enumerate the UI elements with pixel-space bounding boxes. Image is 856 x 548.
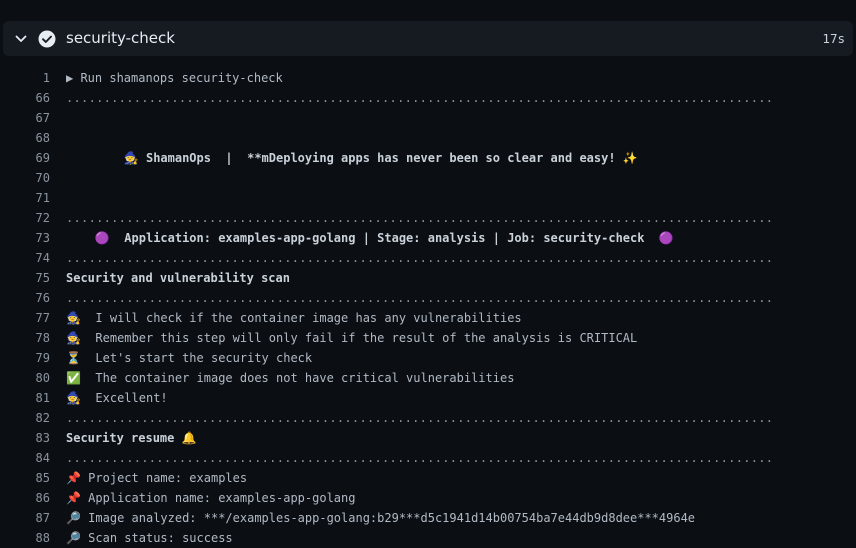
log-line: 74......................................…	[0, 248, 856, 268]
log-output: 1 ▶ Run shamanops security-check 66.......…	[0, 68, 856, 548]
line-number[interactable]: 68	[0, 128, 50, 148]
log-line[interactable]: 1 ▶ Run shamanops security-check	[0, 68, 856, 88]
log-text: 🧙 Excellent!	[66, 391, 168, 405]
chevron-down-icon[interactable]	[13, 31, 29, 47]
check-circle-icon	[38, 30, 56, 48]
log-line: 88 🔎 Scan status: success	[0, 528, 856, 548]
log-line: 68	[0, 128, 856, 148]
line-number[interactable]: 72	[0, 208, 50, 228]
log-line: 80 ✅ The container image does not have cr…	[0, 368, 856, 388]
log-line: 73 🟣 Application: examples-app-golang | …	[0, 228, 856, 248]
log-text: ✅ The container image does not have crit…	[66, 371, 515, 385]
log-line: 82......................................…	[0, 408, 856, 428]
line-number[interactable]: 69	[0, 148, 50, 168]
job-header[interactable]: security-check 17s	[3, 21, 853, 56]
line-number[interactable]: 66	[0, 88, 50, 108]
line-number[interactable]: 81	[0, 388, 50, 408]
log-text: 🧙 I will check if the container image ha…	[66, 311, 522, 325]
log-line: 79 ⏳ Let's start the security check	[0, 348, 856, 368]
log-line: 67	[0, 108, 856, 128]
log-line: 84......................................…	[0, 448, 856, 468]
line-number[interactable]: 85	[0, 468, 50, 488]
line-number[interactable]: 86	[0, 488, 50, 508]
line-number[interactable]: 73	[0, 228, 50, 248]
log-line: 71	[0, 188, 856, 208]
log-line: 81 🧙 Excellent!	[0, 388, 856, 408]
log-text: 🟣 Application: examples-app-golang | Sta…	[66, 231, 674, 245]
log-line: 78 🧙 Remember this step will only fail if…	[0, 328, 856, 348]
log-text: ........................................…	[66, 251, 774, 265]
log-line: 85 📌 Project name: examples	[0, 468, 856, 488]
line-number[interactable]: 76	[0, 288, 50, 308]
line-number[interactable]: 71	[0, 188, 50, 208]
log-line: 70	[0, 168, 856, 188]
log-text: 📌 Application name: examples-app-golang	[66, 491, 356, 505]
log-text: Security resume 🔔	[66, 431, 197, 445]
log-text: ........................................…	[66, 91, 774, 105]
log-text: ........................................…	[66, 411, 774, 425]
line-number[interactable]: 70	[0, 168, 50, 188]
line-number[interactable]: 83	[0, 428, 50, 448]
log-text: 🧙 Remember this step will only fail if t…	[66, 331, 638, 345]
log-line: 75 Security and vulnerability scan	[0, 268, 856, 288]
log-text: 🔎 Image analyzed: ***/examples-app-golan…	[66, 511, 696, 525]
job-title: security-check	[66, 29, 175, 47]
log-line: 76......................................…	[0, 288, 856, 308]
log-line: 66......................................…	[0, 88, 856, 108]
line-number[interactable]: 84	[0, 448, 50, 468]
log-text: ........................................…	[66, 211, 774, 225]
log-line: 77 🧙 I will check if the container image …	[0, 308, 856, 328]
line-number[interactable]: 67	[0, 108, 50, 128]
log-text: ⏳ Let's start the security check	[66, 351, 313, 365]
log-text: 📌 Project name: examples	[66, 471, 248, 485]
line-number[interactable]: 77	[0, 308, 50, 328]
log-text: 🔎 Scan status: success	[66, 531, 233, 545]
line-number[interactable]: 78	[0, 328, 50, 348]
log-line: 87 🔎 Image analyzed: ***/examples-app-gol…	[0, 508, 856, 528]
log-line: 83 Security resume 🔔	[0, 428, 856, 448]
log-text: ........................................…	[66, 451, 774, 465]
log-line: 69 🧙 ShamanOps | **mDeploying apps has n…	[0, 148, 856, 168]
line-number[interactable]: 82	[0, 408, 50, 428]
job-duration: 17s	[822, 31, 845, 46]
line-number[interactable]: 75	[0, 268, 50, 288]
log-text: ........................................…	[66, 291, 774, 305]
line-number[interactable]: 79	[0, 348, 50, 368]
log-line: 86 📌 Application name: examples-app-golan…	[0, 488, 856, 508]
line-number[interactable]: 1	[0, 68, 50, 88]
line-number[interactable]: 87	[0, 508, 50, 528]
log-line: 72......................................…	[0, 208, 856, 228]
line-number[interactable]: 74	[0, 248, 50, 268]
log-text: 🧙 ShamanOps | **mDeploying apps has neve…	[66, 151, 638, 165]
log-text: Security and vulnerability scan	[66, 271, 290, 285]
line-number[interactable]: 80	[0, 368, 50, 388]
line-number[interactable]: 88	[0, 528, 50, 548]
step-toggle-text[interactable]: ▶ Run shamanops security-check	[66, 68, 283, 88]
